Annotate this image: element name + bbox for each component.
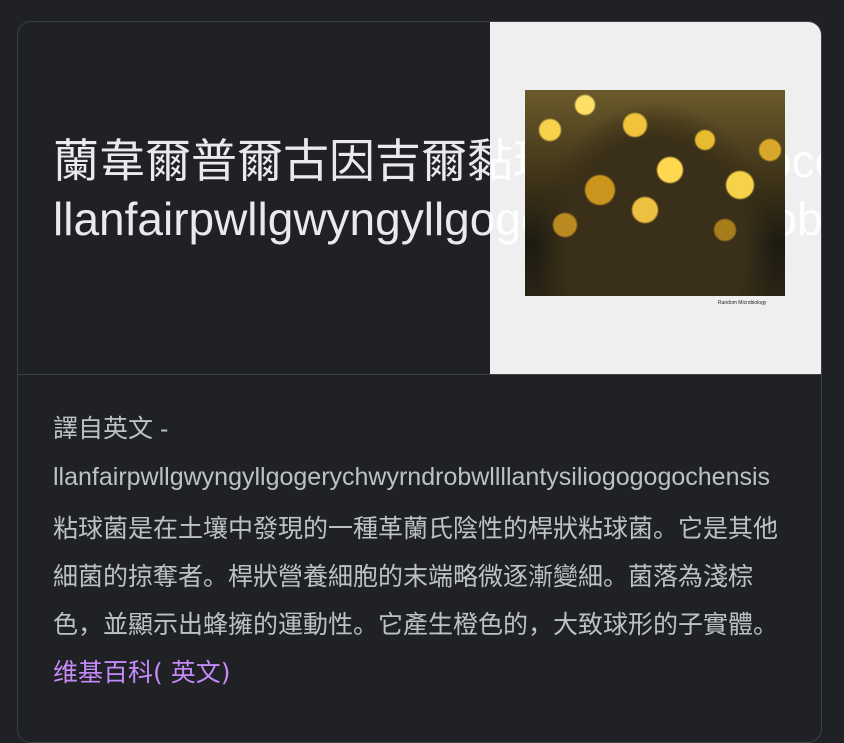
- description-body: 粘球菌是在土壤中發現的一種革蘭氏陰性的桿狀粘球菌。它是其他細菌的掠奪者。桿狀營養…: [53, 514, 779, 639]
- thumbnail-panel[interactable]: Random Microbiology: [490, 22, 821, 374]
- wikipedia-link[interactable]: 维基百科( 英文): [53, 658, 230, 687]
- card-header: 蘭韋爾普爾古因吉爾黏球菌 (Myxococcus llanfairpwllgwy…: [18, 22, 821, 375]
- wikipedia-link-label: 维基百科: [53, 658, 154, 687]
- thumbnail-caption: Random Microbiology: [718, 300, 767, 306]
- translated-from-label: 譯自英文 -: [53, 415, 169, 443]
- description-text: 粘球菌是在土壤中發現的一種革蘭氏陰性的桿狀粘球菌。它是其他細菌的掠奪者。桿狀營養…: [53, 505, 786, 697]
- knowledge-card: 蘭韋爾普爾古因吉爾黏球菌 (Myxococcus llanfairpwllgwy…: [17, 21, 822, 743]
- wikipedia-link-language: ( 英文): [153, 658, 231, 687]
- thumbnail-image[interactable]: [525, 90, 785, 296]
- article-name: llanfairpwllgwyngyllgogerychwyrndrobwlll…: [53, 463, 771, 491]
